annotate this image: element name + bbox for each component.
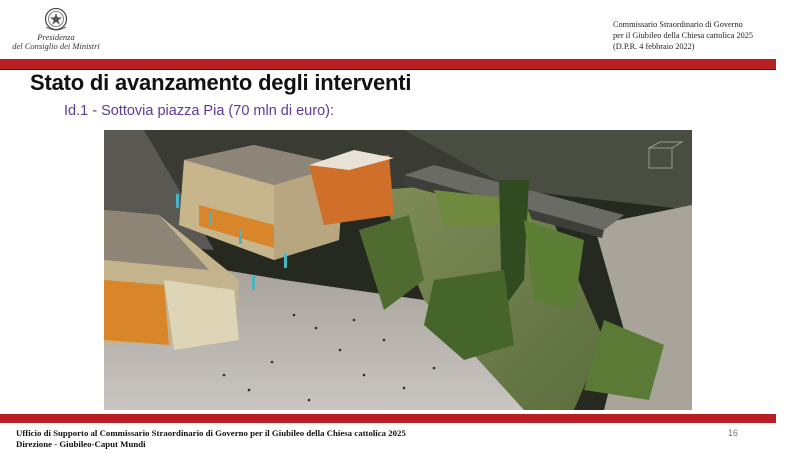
bottom-red-bar: [0, 414, 776, 423]
footer-line1: Ufficio di Supporto al Commissario Strao…: [16, 428, 406, 438]
logo-text-line2: del Consiglio dei Ministri: [12, 41, 100, 51]
header-line2: per il Giubileo della Chiesa cattolica 2…: [613, 31, 754, 40]
slide-subtitle: Id.1 - Sottovia piazza Pia (70 mln di eu…: [64, 103, 334, 119]
footer-office-text: Ufficio di Supporto al Commissario Strao…: [16, 428, 406, 450]
header-line3: (D.P.R. 4 febbraio 2022): [613, 42, 695, 51]
top-red-bar: [0, 59, 776, 69]
project-rendering-image: [104, 130, 692, 410]
footer-line2: Direzione - Giubileo-Caput Mundi: [16, 439, 146, 449]
government-logo: Presidenza del Consiglio dei Ministri: [6, 5, 106, 57]
page-number: 16: [728, 428, 739, 438]
commissioner-header: Commissario Straordinario di Governo per…: [613, 19, 793, 52]
header-line1: Commissario Straordinario di Governo: [613, 20, 743, 29]
italian-emblem-icon: [44, 7, 68, 31]
slide-title: Stato di avanzamento degli interventi: [30, 70, 412, 95]
aerial-render-illustration: [104, 130, 692, 410]
